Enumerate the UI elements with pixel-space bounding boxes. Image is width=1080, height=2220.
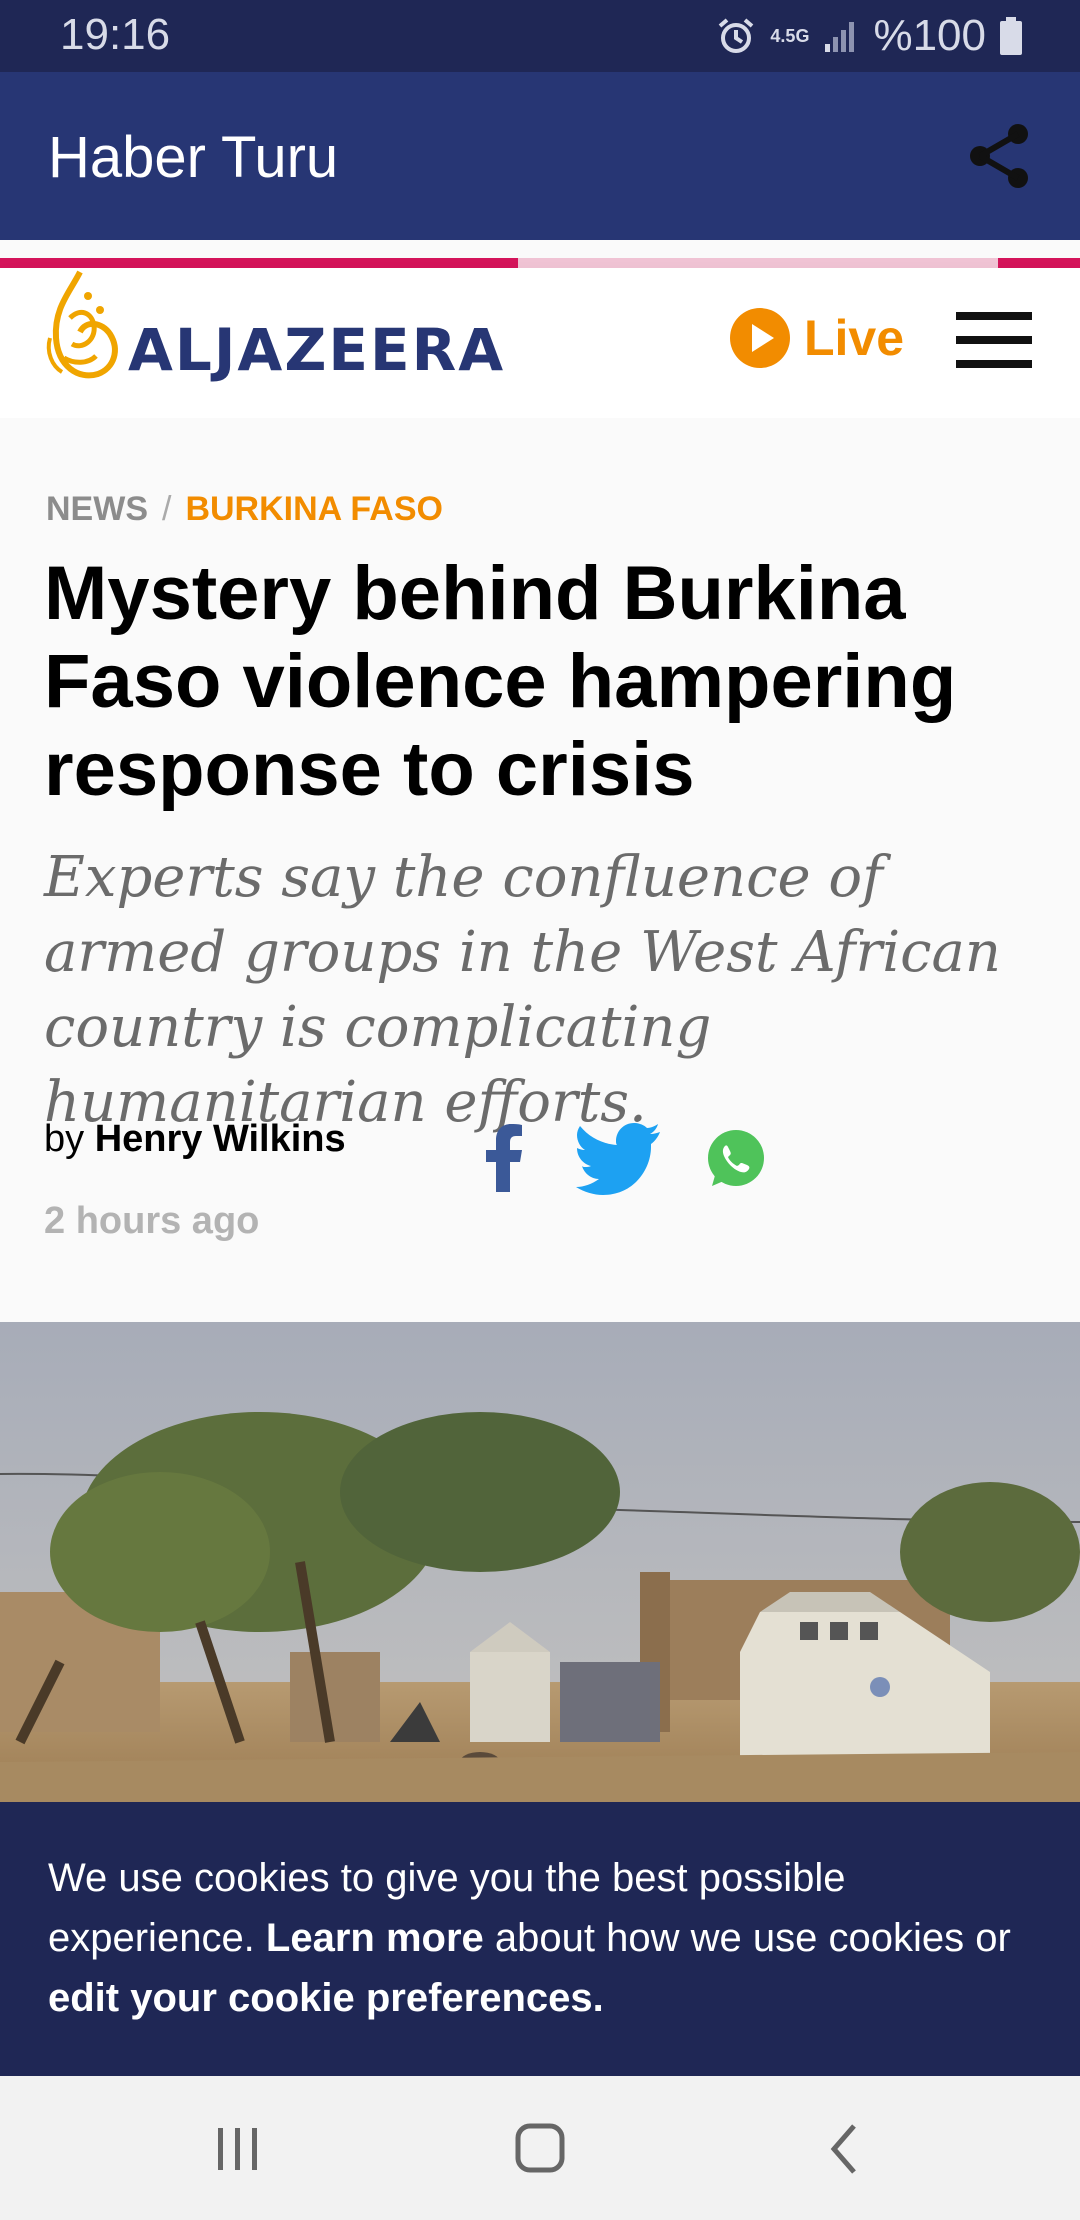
byline-prefix: by	[44, 1118, 85, 1160]
home-icon	[515, 2123, 565, 2173]
progress-segment	[998, 258, 1080, 268]
home-button[interactable]	[500, 2114, 580, 2184]
article-photo[interactable]	[0, 1322, 1080, 1802]
page-load-progress	[0, 258, 1080, 268]
menu-line	[956, 360, 1032, 368]
app-title: Haber Turu	[48, 125, 339, 190]
menu-line	[956, 312, 1032, 320]
back-button[interactable]	[804, 2114, 884, 2184]
hamburger-menu-icon[interactable]	[956, 312, 1032, 372]
app-bar: Haber Turu	[0, 72, 1080, 240]
cookie-text: about how we use cookies or	[494, 1916, 1011, 1960]
breadcrumb-topic[interactable]: BURKINA FASO	[185, 490, 443, 528]
share-twitter-button[interactable]	[576, 1122, 662, 1196]
share-button[interactable]	[960, 116, 1040, 196]
breadcrumb-separator: /	[162, 490, 172, 528]
share-whatsapp-button[interactable]	[704, 1128, 766, 1190]
cookie-banner: We use cookies to give you the best poss…	[0, 1802, 1080, 2076]
author-name[interactable]: Henry Wilkins	[95, 1118, 346, 1160]
battery-level: %100	[873, 11, 986, 60]
status-icons: 4.5G %100	[716, 8, 1022, 64]
learn-more-link[interactable]: Learn more	[266, 1916, 484, 1960]
back-icon	[830, 2124, 856, 2174]
recent-apps-button[interactable]	[198, 2114, 278, 2184]
article-standfirst: Experts say the confluence of armed grou…	[44, 845, 1001, 1135]
breadcrumb-section[interactable]: NEWS	[46, 490, 148, 528]
aljazeera-logo-icon	[46, 270, 118, 379]
publish-time: 2 hours ago	[44, 1200, 260, 1242]
status-bar: 19:16 4.5G %100	[0, 0, 1080, 72]
live-label: Live	[804, 310, 905, 366]
article: NEWS / BURKINA FASO Mystery behind Burkina…	[0, 418, 1080, 1320]
recent-apps-icon	[218, 2128, 257, 2170]
whatsapp-icon	[708, 1130, 764, 1186]
article-headline: Mystery behind Burkina Faso violence ham…	[44, 551, 957, 812]
share-icon	[970, 124, 1028, 188]
cookie-message: We use cookies to give you the best poss…	[48, 1848, 1038, 2028]
menu-line	[956, 336, 1032, 344]
facebook-icon	[486, 1124, 522, 1192]
alarm-icon	[719, 18, 754, 53]
aljazeera-logo-text[interactable]: ALJAZEERA	[128, 316, 505, 384]
battery-icon	[1000, 17, 1022, 55]
status-time: 19:16	[60, 10, 171, 59]
system-navigation-bar	[0, 2076, 1080, 2220]
share-facebook-button[interactable]	[476, 1122, 532, 1192]
byline: by Henry Wilkins	[44, 1118, 346, 1161]
aljazeera-logo-mark[interactable]	[40, 268, 122, 392]
progress-segment	[0, 258, 518, 268]
play-icon	[730, 308, 790, 368]
site-header: ALJAZEERA Live	[0, 268, 1080, 418]
breadcrumb: NEWS / BURKINA FASO	[46, 490, 443, 529]
signal-icon	[825, 22, 855, 52]
cookie-preferences-link[interactable]: edit your cookie preferences.	[48, 1976, 604, 2020]
network-type: 4.5G	[770, 26, 810, 46]
live-button[interactable]: Live	[730, 308, 904, 368]
article-photo-image	[0, 1322, 1080, 1802]
twitter-icon	[576, 1123, 660, 1195]
